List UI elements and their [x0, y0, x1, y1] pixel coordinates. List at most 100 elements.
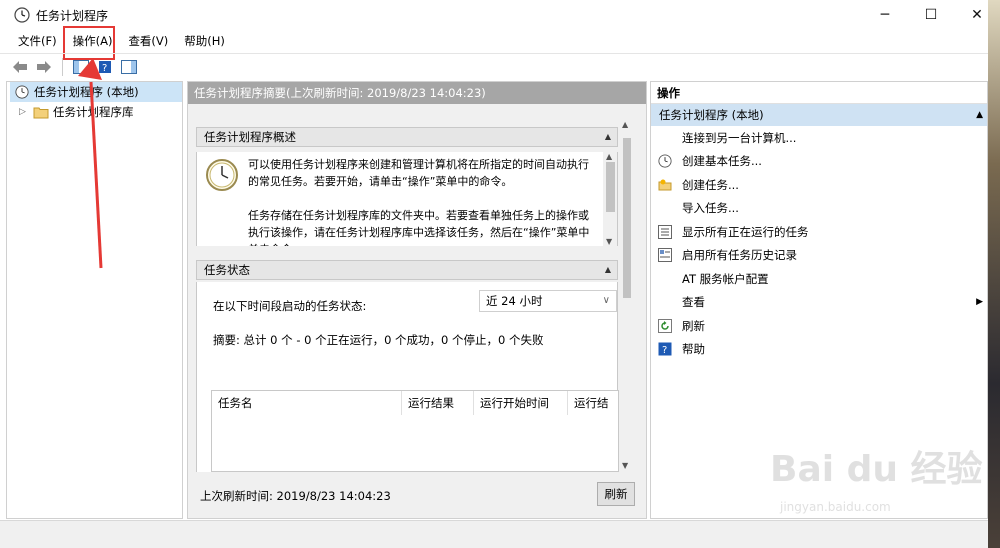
blank-icon [657, 271, 673, 287]
action-import-task[interactable]: 导入任务... [651, 197, 987, 221]
watermark-logo: Bai du 经验 [770, 449, 983, 490]
action-label: 刷新 [682, 318, 705, 333]
forward-button[interactable] [34, 57, 54, 77]
action-view[interactable]: 查看 ▶ [651, 291, 987, 315]
scroll-thumb[interactable] [606, 162, 615, 212]
column-run-end[interactable]: 运行结 [568, 391, 618, 415]
toolbar-separator [62, 57, 63, 76]
action-pane-icon [121, 59, 137, 74]
overview-body: 可以使用任务计划程序来创建和管理计算机将在所指定的时间自动执行的常见任务。若要开… [196, 152, 618, 246]
tree-item-label: 任务计划程序 (本地) [34, 85, 139, 99]
toolbar: ? [0, 53, 988, 79]
scroll-down-icon[interactable]: ▼ [606, 237, 612, 246]
help-toolbar-button[interactable]: ? [95, 57, 115, 77]
history-icon [657, 247, 673, 263]
column-run-result[interactable]: 运行结果 [402, 391, 474, 415]
chevron-down-icon: ∨ [602, 295, 610, 306]
blank-icon [657, 294, 673, 310]
group-label: 任务计划程序 (本地) [659, 108, 764, 122]
summary-scrollbar[interactable]: ▲ ▼ [619, 118, 635, 472]
refresh-button[interactable]: 刷新 [597, 482, 635, 506]
help-icon: ? [657, 341, 673, 357]
collapse-icon[interactable]: ▲ [976, 104, 983, 126]
action-label: 连接到另一台计算机... [682, 130, 797, 145]
collapse-icon[interactable]: ▲ [605, 261, 611, 279]
action-create-task[interactable]: 创建任务... [651, 173, 987, 197]
column-run-start[interactable]: 运行开始时间 [474, 391, 568, 415]
expand-icon[interactable]: ▷ [19, 107, 29, 117]
period-value: 近 24 小时 [486, 294, 543, 308]
maximize-button[interactable]: ☐ [908, 0, 954, 30]
menu-file[interactable]: 文件(F) [10, 30, 65, 52]
status-body: 在以下时间段启动的任务状态: 近 24 小时 ∨ 摘要: 总计 0 个 - 0 … [196, 282, 619, 472]
menu-help[interactable]: 帮助(H) [176, 30, 233, 52]
clock-icon [14, 84, 30, 100]
collapse-icon[interactable]: ▲ [605, 128, 611, 146]
actions-title: 操作 [651, 82, 987, 104]
scroll-down-icon[interactable]: ▼ [622, 461, 628, 470]
action-refresh[interactable]: 刷新 [651, 314, 987, 338]
svg-text:?: ? [662, 345, 667, 356]
menu-view[interactable]: 查看(V) [120, 30, 176, 52]
table-header: 任务名 运行结果 运行开始时间 运行结 [212, 391, 618, 415]
window-title: 任务计划程序 [36, 8, 109, 23]
help-book-icon: ? [99, 60, 111, 74]
task-scheduler-icon [14, 7, 30, 23]
blank-icon [657, 130, 673, 146]
summary-pane: 任务计划程序摘要(上次刷新时间: 2019/8/23 14:04:23) 任务计… [187, 81, 647, 519]
section-title: 任务计划程序概述 [204, 130, 296, 144]
list-icon [657, 224, 673, 240]
console-tree: 任务计划程序 (本地) ▷ 任务计划程序库 [6, 81, 183, 519]
overview-section-header[interactable]: 任务计划程序概述 ▲ [196, 127, 618, 147]
show-hide-tree-button[interactable] [71, 57, 91, 77]
tree-item-label: 任务计划程序库 [53, 105, 134, 119]
new-task-icon [657, 177, 673, 193]
refresh-icon [657, 318, 673, 334]
blank-icon [657, 200, 673, 216]
overview-paragraph-2: 任务存储在任务计划程序库的文件夹中。若要查看单独任务上的操作或执行该操作，请在任… [248, 209, 590, 246]
scroll-up-icon[interactable]: ▲ [606, 152, 612, 161]
action-label: 导入任务... [682, 201, 739, 216]
action-enable-history[interactable]: 启用所有任务历史记录 [651, 244, 987, 268]
back-button[interactable] [10, 57, 30, 77]
action-label: 创建基本任务... [682, 154, 762, 169]
svg-text:?: ? [102, 63, 107, 74]
scroll-up-icon[interactable]: ▲ [622, 120, 628, 129]
submenu-arrow-icon: ▶ [976, 297, 983, 308]
scheduler-clock-icon [206, 159, 238, 191]
period-label: 在以下时间段启动的任务状态: [213, 299, 367, 313]
scroll-thumb[interactable] [623, 138, 631, 298]
title-bar: 任务计划程序 [0, 0, 1000, 30]
tree-item-local[interactable]: 任务计划程序 (本地) [10, 82, 182, 102]
last-refresh-time: 上次刷新时间: 2019/8/23 14:04:23 [200, 489, 391, 503]
actions-group-header[interactable]: 任务计划程序 (本地) ▲ [651, 104, 987, 126]
show-action-pane-button[interactable] [119, 57, 139, 77]
status-section-header[interactable]: 任务状态 ▲ [196, 260, 618, 280]
action-label: 创建任务... [682, 177, 739, 192]
action-label: 帮助 [682, 342, 705, 357]
summary-footer: 上次刷新时间: 2019/8/23 14:04:23 刷新 [188, 474, 646, 518]
folder-icon [33, 104, 49, 120]
back-arrow-icon [13, 60, 27, 73]
column-task-name[interactable]: 任务名 [212, 391, 402, 415]
action-label: AT 服务帐户配置 [682, 271, 769, 286]
section-title: 任务状态 [204, 263, 250, 277]
action-label: 显示所有正在运行的任务 [682, 224, 809, 239]
tree-item-library[interactable]: ▷ 任务计划程序库 [7, 102, 182, 122]
menu-bar: 文件(F) 操作(A) 查看(V) 帮助(H) [0, 30, 988, 52]
overview-scrollbar[interactable]: ▲ ▼ [603, 152, 617, 246]
action-help[interactable]: ? 帮助 [651, 338, 987, 362]
action-connect[interactable]: 连接到另一台计算机... [651, 126, 987, 150]
action-show-running[interactable]: 显示所有正在运行的任务 [651, 220, 987, 244]
action-create-basic-task[interactable]: 创建基本任务... [651, 150, 987, 174]
action-label: 查看 [682, 295, 705, 310]
baidu-watermark: Bai du 经验 jingyan.baidu.com [770, 440, 990, 530]
action-at-config[interactable]: AT 服务帐户配置 [651, 267, 987, 291]
minimize-button[interactable]: ─ [862, 0, 908, 30]
task-table: 任务名 运行结果 运行开始时间 运行结 [211, 390, 619, 472]
watermark-url: jingyan.baidu.com [780, 500, 891, 514]
overview-paragraph-1: 可以使用任务计划程序来创建和管理计算机将在所指定的时间自动执行的常见任务。若要开… [248, 158, 589, 188]
clock-icon [657, 153, 673, 169]
action-label: 启用所有任务历史记录 [682, 248, 797, 263]
period-dropdown[interactable]: 近 24 小时 ∨ [479, 290, 617, 312]
